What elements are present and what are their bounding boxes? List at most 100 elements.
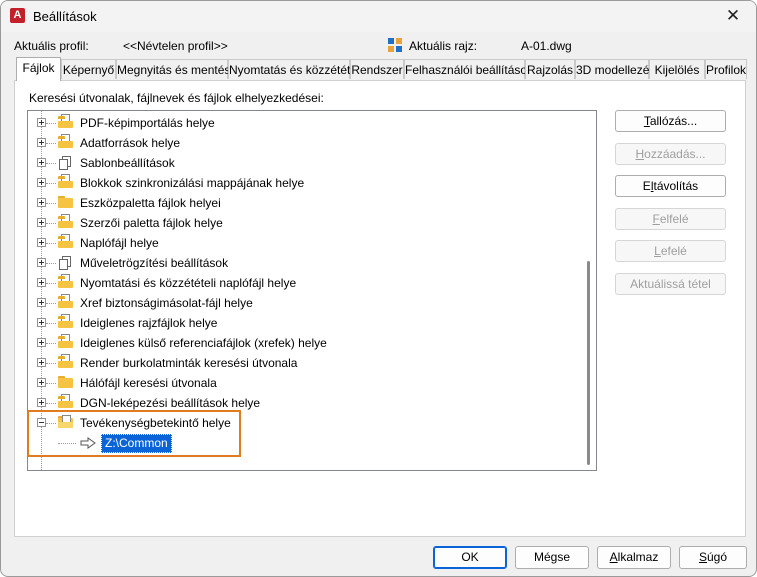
tree-connector	[46, 263, 56, 264]
files-tab-panel: Keresési útvonalak, fájlnevek és fájlok …	[14, 80, 746, 537]
tree-item-label: PDF-képimportálás helye	[80, 116, 215, 130]
expand-icon[interactable]	[37, 298, 46, 307]
tree-item[interactable]: Blokkok szinkronizálási mappájának helye	[28, 173, 583, 193]
tree-item-label: DGN-leképezési beállítások helye	[80, 396, 261, 410]
tree-connector	[46, 283, 56, 284]
folder-document-icon	[58, 174, 73, 188]
tree-item[interactable]: PDF-képimportálás helye	[28, 113, 583, 133]
browse-button[interactable]: Tallózás...	[615, 110, 726, 132]
expand-icon[interactable]	[37, 198, 46, 207]
tree-connector	[46, 363, 56, 364]
drawing-file-icon	[388, 38, 402, 52]
folder-document-icon	[58, 314, 73, 328]
tree-item[interactable]: Szerzői paletta fájlok helye	[28, 213, 583, 233]
tree-item[interactable]: Naplófájl helye	[28, 233, 583, 253]
tab-4[interactable]: Rendszer	[350, 59, 404, 79]
folder-document-icon	[58, 274, 73, 288]
tree-item-label: Sablonbeállítások	[80, 156, 175, 170]
tab-5[interactable]: Felhasználói beállítások	[404, 59, 533, 79]
expand-icon[interactable]	[37, 118, 46, 127]
help-button[interactable]: Súgó	[679, 546, 747, 569]
folder-document-icon	[58, 394, 73, 408]
tree-connector	[58, 443, 76, 444]
tree-child-item[interactable]: Z:\Common	[28, 433, 583, 453]
tree-connector	[46, 303, 56, 304]
tree-connector	[46, 383, 56, 384]
settings-dialog: A Beállítások ✕ Aktuális profil: <<Névte…	[0, 0, 757, 577]
profile-row: Aktuális profil: <<Névtelen profil>> Akt…	[1, 38, 756, 55]
expand-icon[interactable]	[37, 358, 46, 367]
move-down-button[interactable]: Lefelé	[615, 240, 726, 262]
search-paths-label: Keresési útvonalak, fájlnevek és fájlok …	[29, 91, 324, 105]
tab-9[interactable]: Profilok	[705, 59, 747, 79]
tab-2[interactable]: Megnyitás és mentés	[116, 59, 230, 79]
tree-item-label: Xref biztonságimásolat-fájl helye	[80, 296, 253, 310]
tree-item[interactable]: Eszközpaletta fájlok helyei	[28, 193, 583, 213]
tree-item[interactable]: Hálófájl keresési útvonala	[28, 373, 583, 393]
tree-connector	[46, 403, 56, 404]
tree-item[interactable]: Render burkolatminták keresési útvonala	[28, 353, 583, 373]
tree-item-label: Tevékenységbetekintő helye	[80, 416, 231, 430]
tree-item[interactable]: Ideiglenes külső referenciafájlok (xrefe…	[28, 333, 583, 353]
tree-item[interactable]: Xref biztonságimásolat-fájl helye	[28, 293, 583, 313]
tree-connector	[46, 123, 56, 124]
selected-path-value[interactable]: Z:\Common	[101, 434, 172, 453]
tab-3[interactable]: Nyomtatás és közzététel	[228, 59, 360, 79]
search-path-tree[interactable]: PDF-képimportálás helye Adatforrások hely…	[27, 110, 597, 471]
set-current-button[interactable]: Aktuálissá tétel	[615, 273, 726, 295]
path-arrow-icon	[80, 437, 96, 449]
expand-icon[interactable]	[37, 338, 46, 347]
expand-icon[interactable]	[37, 258, 46, 267]
scrollbar-thumb[interactable]	[587, 261, 590, 465]
tree-item-label: Ideiglenes külső referenciafájlok (xrefe…	[80, 336, 327, 350]
tree-connector	[46, 243, 56, 244]
collapse-icon[interactable]	[37, 418, 46, 427]
tree-item-label: Hálófájl keresési útvonala	[80, 376, 217, 390]
tree-item[interactable]: Adatforrások helye	[28, 133, 583, 153]
close-button[interactable]: ✕	[710, 1, 756, 32]
tree-connector	[46, 323, 56, 324]
tree-item[interactable]: DGN-leképezési beállítások helye	[28, 393, 583, 413]
expand-icon[interactable]	[37, 158, 46, 167]
move-up-button[interactable]: Felfelé	[615, 208, 726, 230]
remove-button[interactable]: Eltávolítás	[615, 175, 726, 197]
expand-icon[interactable]	[37, 278, 46, 287]
settings-copies-icon	[58, 256, 73, 270]
ok-button[interactable]: OK	[433, 546, 507, 569]
folder-document-icon	[58, 334, 73, 348]
expand-icon[interactable]	[37, 138, 46, 147]
tree-item[interactable]: Nyomtatási és közzétételi naplófájl hely…	[28, 273, 583, 293]
folder-document-icon	[58, 354, 73, 368]
tree-item[interactable]: Ideiglenes rajzfájlok helye	[28, 313, 583, 333]
cancel-button[interactable]: Mégse	[515, 546, 589, 569]
add-button[interactable]: Hozzáadás...	[615, 143, 726, 165]
tree-item-label: Műveletrögzítési beállítások	[80, 256, 229, 270]
expand-icon[interactable]	[37, 318, 46, 327]
tree-connector	[46, 423, 56, 424]
tab-7[interactable]: 3D modellezés	[575, 59, 655, 79]
folder-icon	[58, 196, 73, 208]
tree-item-label: Ideiglenes rajzfájlok helye	[80, 316, 218, 330]
tab-6[interactable]: Rajzolás	[525, 59, 575, 79]
tab-0[interactable]: Fájlok	[16, 57, 61, 81]
tree-item-label: Nyomtatási és közzétételi naplófájl hely…	[80, 276, 297, 290]
current-drawing-label: Aktuális rajz:	[409, 39, 478, 53]
expand-icon[interactable]	[37, 398, 46, 407]
expand-icon[interactable]	[37, 238, 46, 247]
tree-connector	[46, 183, 56, 184]
expand-icon[interactable]	[37, 218, 46, 227]
tree-item-label: Render burkolatminták keresési útvonala	[80, 356, 298, 370]
tree-item[interactable]: Sablonbeállítások	[28, 153, 583, 173]
tree-item-label: Szerzői paletta fájlok helye	[80, 216, 223, 230]
tree-item[interactable]: Tevékenységbetekintő helye	[28, 413, 583, 433]
window-title: Beállítások	[33, 9, 97, 24]
apply-button[interactable]: Alkalmaz	[597, 546, 671, 569]
expand-icon[interactable]	[37, 178, 46, 187]
tree-item[interactable]: Műveletrögzítési beállítások	[28, 253, 583, 273]
autocad-app-icon: A	[10, 8, 25, 23]
tab-1[interactable]: Képernyő	[61, 59, 116, 79]
tab-8[interactable]: Kijelölés	[649, 59, 705, 79]
expand-icon[interactable]	[37, 378, 46, 387]
current-profile-label: Aktuális profil:	[14, 39, 89, 53]
tree-connector	[46, 343, 56, 344]
